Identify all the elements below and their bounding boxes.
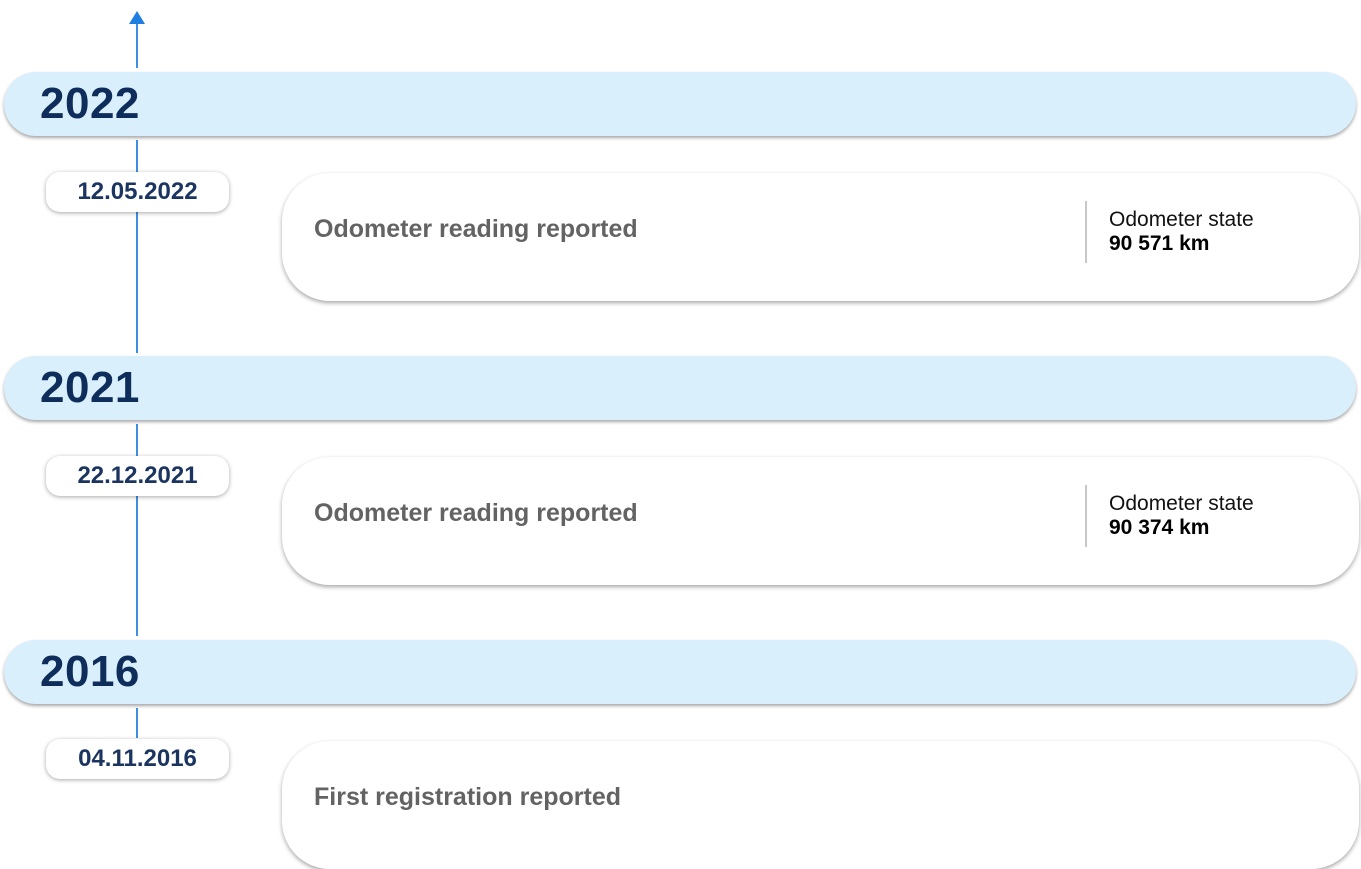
odometer-label: Odometer state bbox=[1109, 208, 1254, 231]
odometer-label: Odometer state bbox=[1109, 492, 1254, 515]
event-title: First registration reported bbox=[314, 783, 621, 811]
event-title: Odometer reading reported bbox=[314, 215, 638, 243]
year-header-2022: 2022 bbox=[4, 72, 1356, 136]
timeline-axis-segment bbox=[136, 22, 138, 68]
year-label: 2016 bbox=[40, 647, 140, 696]
event-card[interactable]: Odometer reading reported Odometer state… bbox=[282, 457, 1359, 585]
year-label: 2022 bbox=[40, 79, 140, 128]
event-divider bbox=[1085, 485, 1087, 547]
year-header-2021: 2021 bbox=[4, 356, 1356, 420]
odometer-value: 90 374 km bbox=[1109, 516, 1210, 539]
event-title: Odometer reading reported bbox=[314, 499, 638, 527]
year-header-2016: 2016 bbox=[4, 640, 1356, 704]
odometer-detail: Odometer state 90 571 km bbox=[1109, 208, 1254, 256]
event-card[interactable]: First registration reported bbox=[282, 741, 1359, 869]
event-divider bbox=[1085, 201, 1087, 263]
odometer-detail: Odometer state 90 374 km bbox=[1109, 492, 1254, 540]
arrow-up-icon bbox=[129, 11, 145, 24]
timeline-axis-segment bbox=[136, 708, 138, 738]
odometer-value: 90 571 km bbox=[1109, 232, 1210, 255]
event-card[interactable]: Odometer reading reported Odometer state… bbox=[282, 173, 1359, 301]
event-date-badge: 12.05.2022 bbox=[46, 172, 229, 212]
timeline: 2022 12.05.2022 Odometer reading reporte… bbox=[0, 0, 1361, 869]
event-date-badge: 04.11.2016 bbox=[46, 739, 229, 779]
event-date-badge: 22.12.2021 bbox=[46, 456, 229, 496]
year-label: 2021 bbox=[40, 363, 140, 412]
